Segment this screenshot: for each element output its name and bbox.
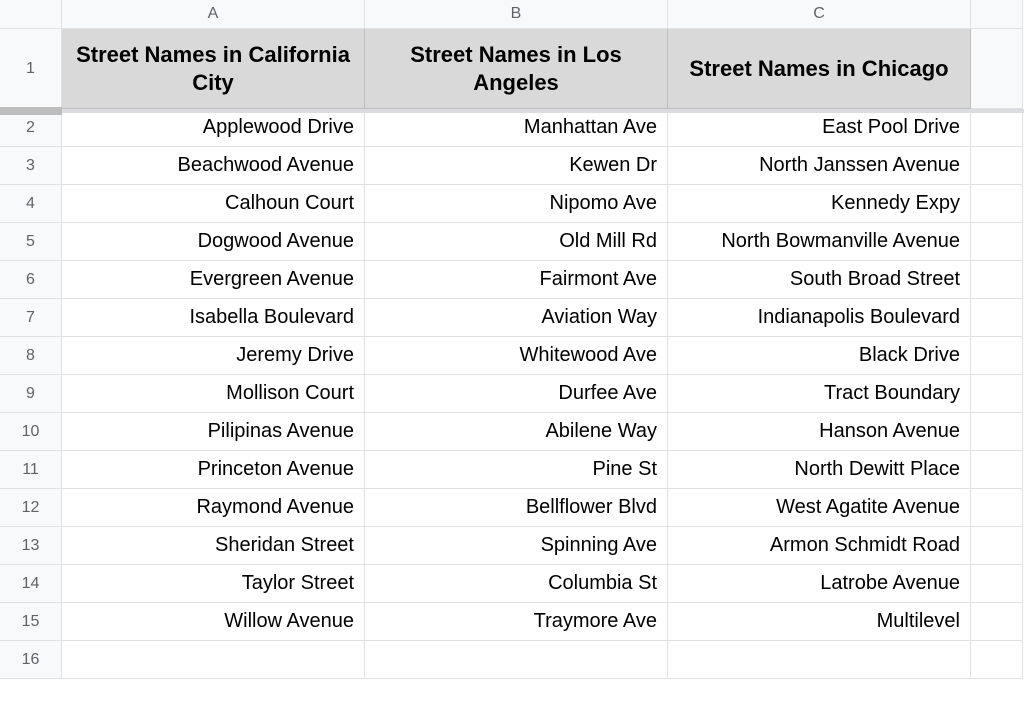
spreadsheet-grid: A B C 1 Street Names in California City …: [0, 0, 1024, 679]
row-header-11[interactable]: 11: [0, 451, 62, 489]
cell-C11[interactable]: North Dewitt Place: [668, 451, 971, 489]
cell-A9[interactable]: Mollison Court: [62, 375, 365, 413]
cell-B8[interactable]: Whitewood Ave: [365, 337, 668, 375]
cell-C8[interactable]: Black Drive: [668, 337, 971, 375]
cell-B15[interactable]: Traymore Ave: [365, 603, 668, 641]
cell-A12[interactable]: Raymond Avenue: [62, 489, 365, 527]
cell-D13[interactable]: [971, 527, 1023, 565]
cell-B11[interactable]: Pine St: [365, 451, 668, 489]
cell-B13[interactable]: Spinning Ave: [365, 527, 668, 565]
cell-D12[interactable]: [971, 489, 1023, 527]
freeze-handle[interactable]: [0, 107, 62, 115]
row-header-1[interactable]: 1: [0, 29, 62, 109]
cell-B14[interactable]: Columbia St: [365, 565, 668, 603]
spreadsheet-wrapper: A B C 1 Street Names in California City …: [0, 0, 1024, 679]
cell-A13[interactable]: Sheridan Street: [62, 527, 365, 565]
cell-C10[interactable]: Hanson Avenue: [668, 413, 971, 451]
cell-C1[interactable]: Street Names in Chicago: [668, 29, 971, 109]
cell-B9[interactable]: Durfee Ave: [365, 375, 668, 413]
cell-C14[interactable]: Latrobe Avenue: [668, 565, 971, 603]
row-header-10[interactable]: 10: [0, 413, 62, 451]
row-header-3[interactable]: 3: [0, 147, 62, 185]
cell-A3[interactable]: Beachwood Avenue: [62, 147, 365, 185]
row-header-6[interactable]: 6: [0, 261, 62, 299]
cell-B2[interactable]: Manhattan Ave: [365, 109, 668, 147]
cell-A7[interactable]: Isabella Boulevard: [62, 299, 365, 337]
cell-B7[interactable]: Aviation Way: [365, 299, 668, 337]
cell-D14[interactable]: [971, 565, 1023, 603]
row-header-14[interactable]: 14: [0, 565, 62, 603]
cell-D6[interactable]: [971, 261, 1023, 299]
cell-C15[interactable]: Multilevel: [668, 603, 971, 641]
cell-C3[interactable]: North Janssen Avenue: [668, 147, 971, 185]
cell-C7[interactable]: Indianapolis Boulevard: [668, 299, 971, 337]
cell-A15[interactable]: Willow Avenue: [62, 603, 365, 641]
cell-A16[interactable]: [62, 641, 365, 679]
cell-D15[interactable]: [971, 603, 1023, 641]
cell-D8[interactable]: [971, 337, 1023, 375]
cell-B12[interactable]: Bellflower Blvd: [365, 489, 668, 527]
cell-B6[interactable]: Fairmont Ave: [365, 261, 668, 299]
cell-A11[interactable]: Princeton Avenue: [62, 451, 365, 489]
row-header-8[interactable]: 8: [0, 337, 62, 375]
cell-C16[interactable]: [668, 641, 971, 679]
cell-D11[interactable]: [971, 451, 1023, 489]
row-header-13[interactable]: 13: [0, 527, 62, 565]
cell-B1[interactable]: Street Names in Los Angeles: [365, 29, 668, 109]
cell-D4[interactable]: [971, 185, 1023, 223]
cell-D5[interactable]: [971, 223, 1023, 261]
row-header-7[interactable]: 7: [0, 299, 62, 337]
cell-C9[interactable]: Tract Boundary: [668, 375, 971, 413]
column-header-B[interactable]: B: [365, 0, 668, 29]
cell-C12[interactable]: West Agatite Avenue: [668, 489, 971, 527]
cell-B16[interactable]: [365, 641, 668, 679]
cell-A8[interactable]: Jeremy Drive: [62, 337, 365, 375]
column-header-A[interactable]: A: [62, 0, 365, 29]
cell-D7[interactable]: [971, 299, 1023, 337]
row-header-15[interactable]: 15: [0, 603, 62, 641]
cell-C13[interactable]: Armon Schmidt Road: [668, 527, 971, 565]
cell-B5[interactable]: Old Mill Rd: [365, 223, 668, 261]
cell-C4[interactable]: Kennedy Expy: [668, 185, 971, 223]
cell-D16[interactable]: [971, 641, 1023, 679]
cell-B4[interactable]: Nipomo Ave: [365, 185, 668, 223]
row-header-4[interactable]: 4: [0, 185, 62, 223]
cell-D10[interactable]: [971, 413, 1023, 451]
cell-A6[interactable]: Evergreen Avenue: [62, 261, 365, 299]
row-header-9[interactable]: 9: [0, 375, 62, 413]
cell-A14[interactable]: Taylor Street: [62, 565, 365, 603]
select-all-corner[interactable]: [0, 0, 62, 29]
cell-A4[interactable]: Calhoun Court: [62, 185, 365, 223]
cell-A5[interactable]: Dogwood Avenue: [62, 223, 365, 261]
freeze-bar-horizontal[interactable]: [0, 109, 1024, 113]
row-header-12[interactable]: 12: [0, 489, 62, 527]
row-header-5[interactable]: 5: [0, 223, 62, 261]
column-header-empty[interactable]: [971, 0, 1023, 29]
cell-C6[interactable]: South Broad Street: [668, 261, 971, 299]
cell-D9[interactable]: [971, 375, 1023, 413]
cell-B10[interactable]: Abilene Way: [365, 413, 668, 451]
cell-A10[interactable]: Pilipinas Avenue: [62, 413, 365, 451]
cell-D3[interactable]: [971, 147, 1023, 185]
cell-C2[interactable]: East Pool Drive: [668, 109, 971, 147]
column-header-C[interactable]: C: [668, 0, 971, 29]
cell-D1[interactable]: [971, 29, 1023, 109]
cell-A1[interactable]: Street Names in California City: [62, 29, 365, 109]
cell-D2[interactable]: [971, 109, 1023, 147]
row-header-16[interactable]: 16: [0, 641, 62, 679]
cell-B3[interactable]: Kewen Dr: [365, 147, 668, 185]
cell-C5[interactable]: North Bowmanville Avenue: [668, 223, 971, 261]
cell-A2[interactable]: Applewood Drive: [62, 109, 365, 147]
